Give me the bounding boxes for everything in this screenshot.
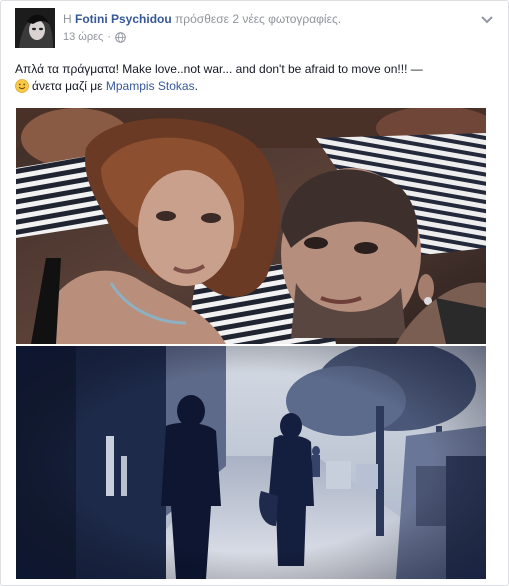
post-meta: 13 ώρες · <box>63 30 126 44</box>
tag-suffix: . <box>194 79 198 93</box>
chevron-down-icon[interactable] <box>480 12 494 24</box>
post-header: Η Fotini Psychidou πρόσθεσε 2 νέες φωτογ… <box>15 8 494 50</box>
feeling-text: άνετα μαζί με <box>32 79 103 93</box>
smiley-icon <box>15 79 29 93</box>
post-headline: Η Fotini Psychidou πρόσθεσε 2 νέες φωτογ… <box>63 11 341 27</box>
photo-street-walkers[interactable] <box>16 346 486 579</box>
author-link[interactable]: Fotini Psychidou <box>75 12 172 26</box>
post-text: Απλά τα πράγματα! Make love..not war... … <box>15 62 423 76</box>
globe-icon[interactable] <box>115 31 126 43</box>
author-prefix: Η <box>63 12 72 26</box>
meta-separator: · <box>107 31 112 43</box>
feed-post: Η Fotini Psychidou πρόσθεσε 2 νέες φωτογ… <box>0 0 509 586</box>
avatar[interactable] <box>15 8 55 48</box>
tagged-person-link[interactable]: Mpampis Stokas <box>106 79 195 93</box>
post-message: Απλά τα πράγματα! Make love..not war... … <box>15 61 499 95</box>
post-action-text: πρόσθεσε 2 νέες φωτογραφίες. <box>175 12 342 26</box>
timestamp-link[interactable]: 13 ώρες <box>63 30 103 44</box>
photo-couple-selfie[interactable] <box>16 108 486 344</box>
